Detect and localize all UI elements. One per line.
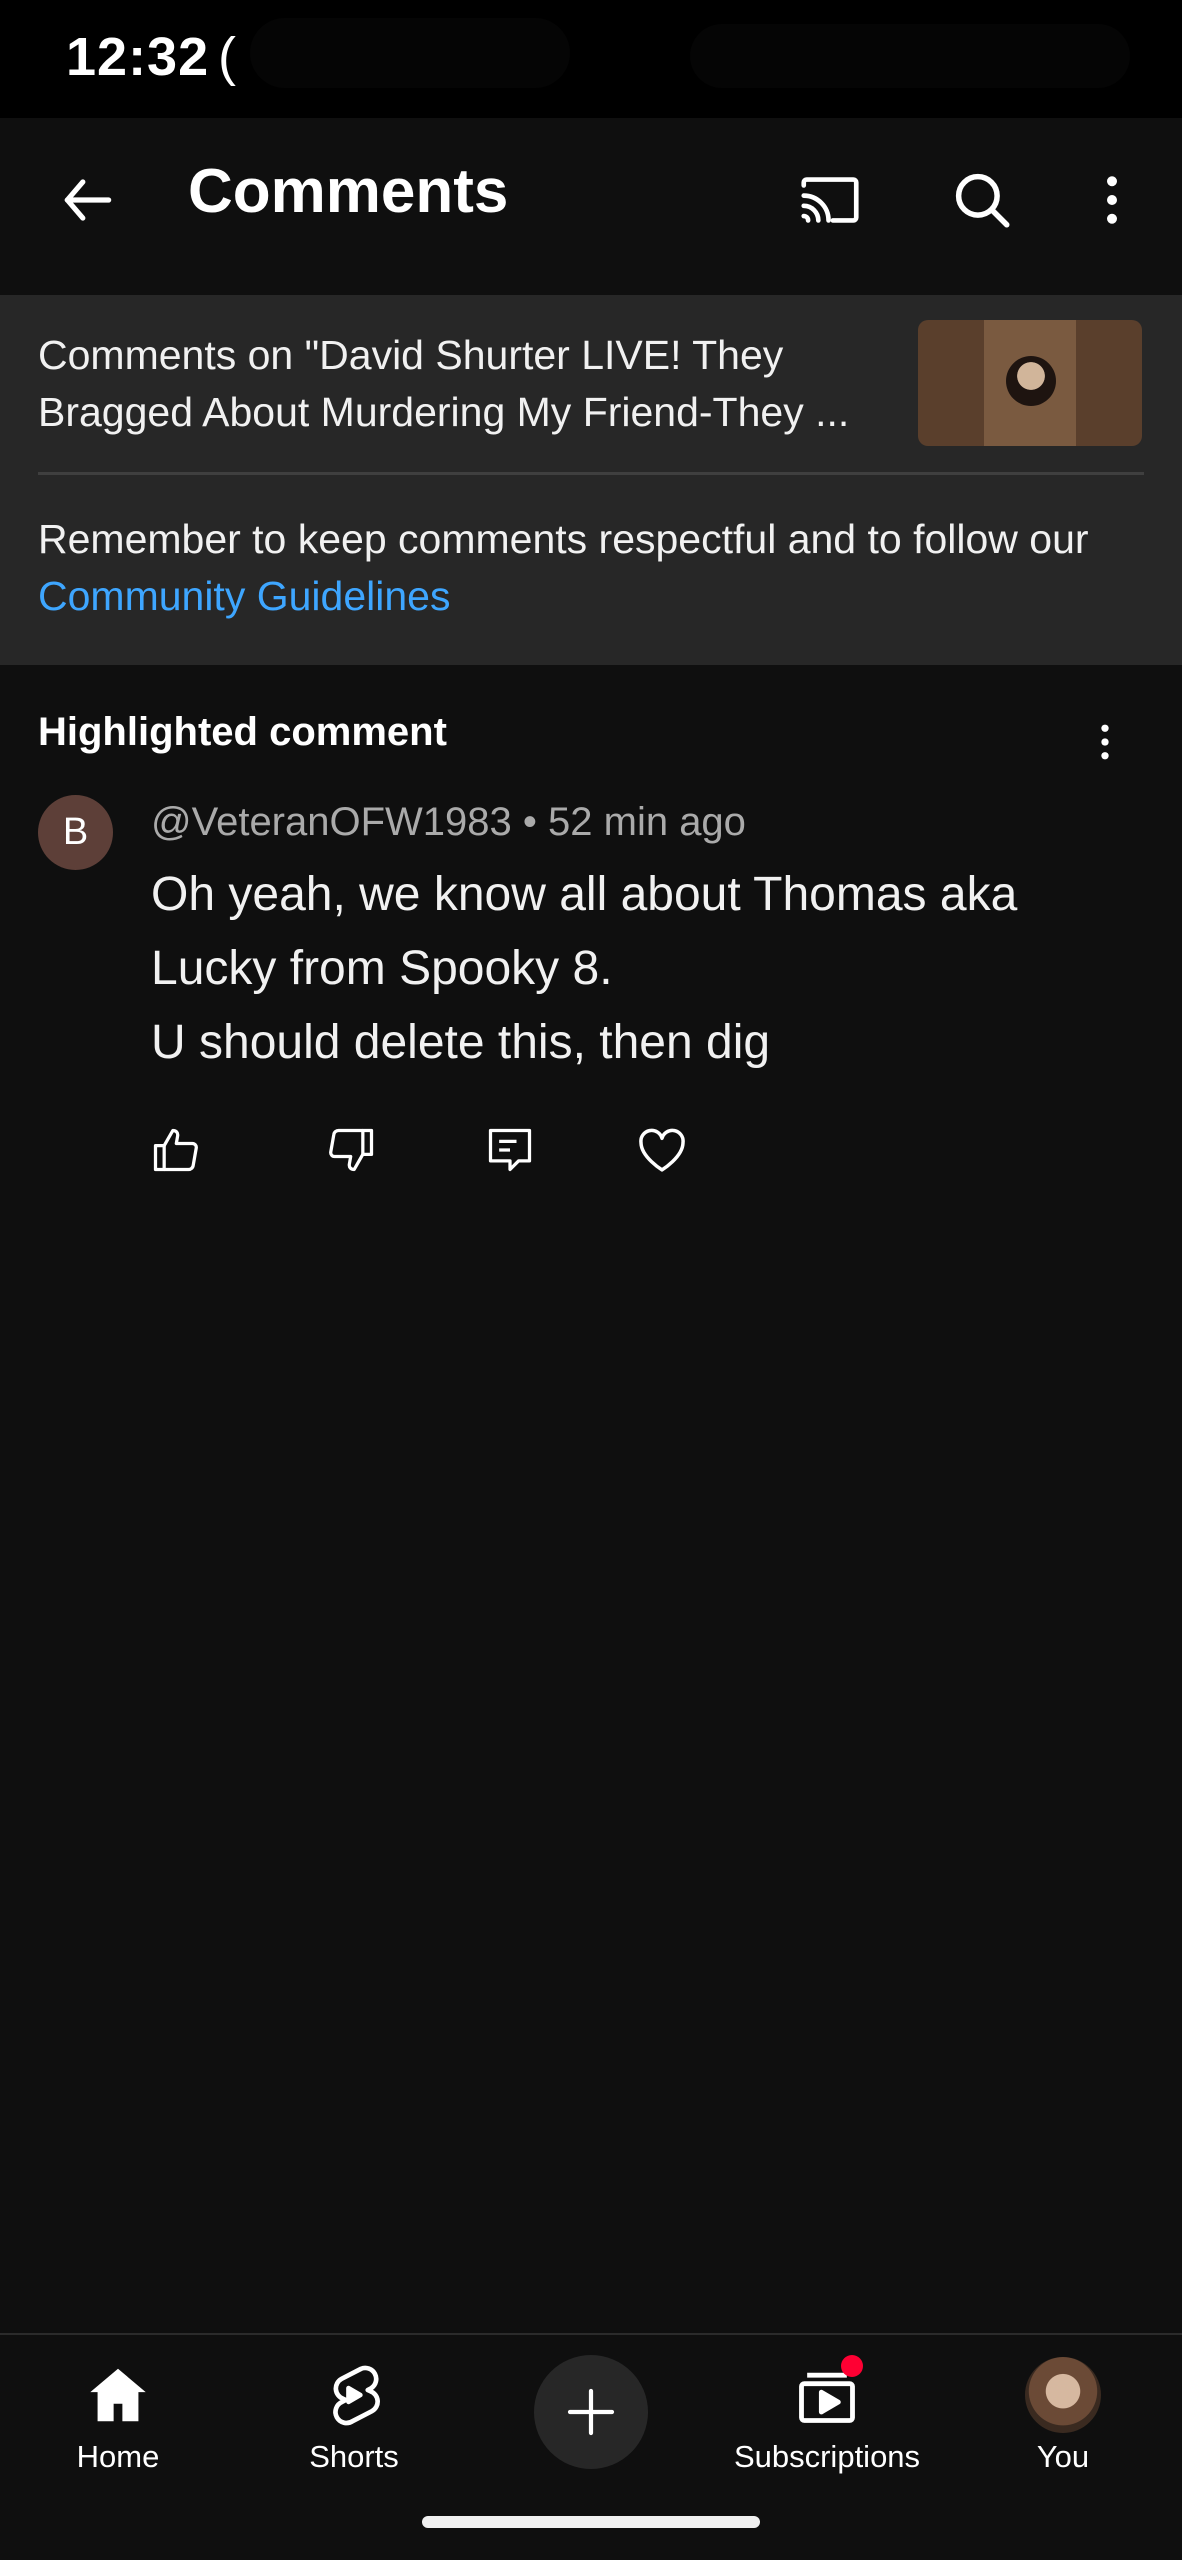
nav-home[interactable]: Home [18, 2335, 218, 2485]
status-bar: 12:32 ( [0, 0, 1182, 118]
reply-button[interactable] [480, 1120, 540, 1180]
nav-label: Home [76, 2439, 160, 2474]
home-icon [78, 2355, 158, 2435]
dislike-icon [329, 1128, 374, 1172]
video-thumbnail[interactable] [918, 320, 1142, 446]
video-caption[interactable]: Comments on "David Shurter LIVE! They Br… [38, 327, 888, 441]
dislike-button[interactable] [322, 1120, 382, 1180]
screen: 12:32 ( Comments Comments on "David Shur… [0, 0, 1182, 2560]
more-vertical-icon [1107, 176, 1117, 224]
cast-icon [801, 177, 859, 223]
more-vertical-icon [1101, 724, 1109, 760]
nav-subscriptions[interactable]: Subscriptions [727, 2335, 927, 2485]
commenter-avatar[interactable]: B [38, 795, 113, 870]
app-bar: Comments [0, 118, 1182, 295]
home-indicator[interactable] [422, 2516, 760, 2528]
comment-time: 52 min ago [548, 800, 746, 844]
guidelines-notice: Remember to keep comments respectful and… [38, 511, 1138, 625]
nav-label: Subscriptions [733, 2439, 921, 2474]
reply-icon [488, 1128, 532, 1172]
comment-more-button[interactable] [1080, 712, 1130, 772]
heart-icon [639, 1128, 685, 1172]
more-button[interactable] [1070, 158, 1154, 242]
cast-button[interactable] [785, 158, 875, 242]
page-title: Comments [188, 157, 509, 226]
like-icon [153, 1128, 198, 1172]
status-redaction [250, 18, 570, 88]
nav-label: You [1036, 2439, 1090, 2474]
status-redaction [690, 24, 1130, 88]
nav-shorts[interactable]: Shorts [254, 2335, 454, 2485]
divider [38, 472, 1144, 475]
highlighted-comment-heading: Highlighted comment [38, 710, 447, 754]
create-plus-icon [567, 2388, 615, 2436]
comment-author[interactable]: @VeteranOFW1983 [151, 800, 512, 844]
comment-meta: @VeteranOFW1983 • 52 min ago [151, 800, 746, 845]
community-guidelines-link[interactable]: Community Guidelines [38, 573, 450, 619]
meta-separator: • [511, 800, 549, 844]
video-header-card: Comments on "David Shurter LIVE! They Br… [0, 295, 1182, 665]
subscriptions-badge [841, 2355, 863, 2377]
heart-button[interactable] [632, 1120, 692, 1180]
search-icon [955, 173, 1010, 228]
nav-label: Shorts [309, 2439, 399, 2474]
status-extra: ( [218, 27, 236, 87]
create-button[interactable] [534, 2355, 648, 2469]
you-avatar-wrap [1023, 2355, 1103, 2435]
back-button[interactable] [46, 158, 130, 242]
like-button[interactable] [145, 1120, 205, 1180]
thumbnail-face [1006, 356, 1056, 406]
nav-you[interactable]: You [963, 2335, 1163, 2485]
search-button[interactable] [940, 158, 1024, 242]
status-time: 12:32 [66, 27, 210, 87]
arrow-left-icon [64, 179, 112, 221]
comment-text: Oh yeah, we know all about Thomas aka Lu… [151, 868, 1018, 1069]
you-avatar [1025, 2357, 1101, 2433]
guidelines-text: Remember to keep comments respectful and… [38, 516, 1089, 562]
shorts-icon [314, 2355, 394, 2435]
